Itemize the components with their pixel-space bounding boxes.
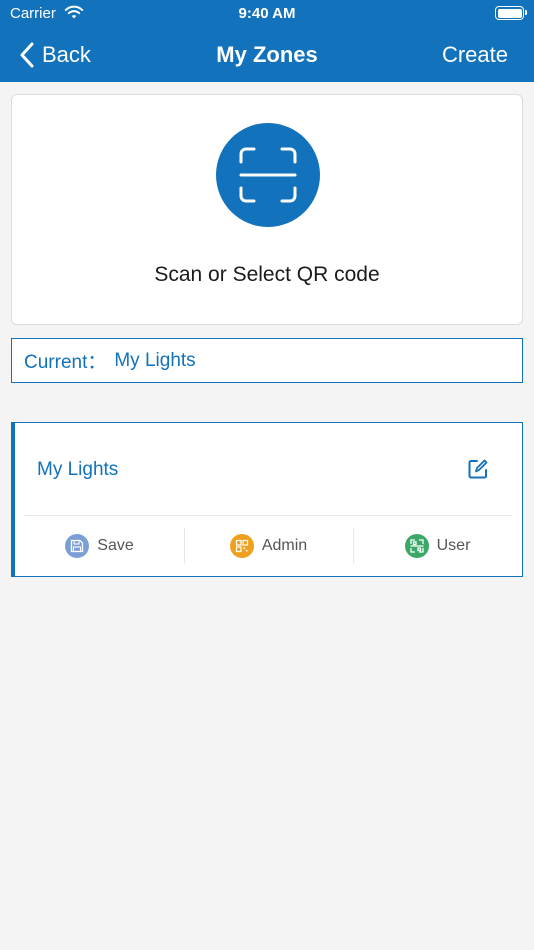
current-zone-field: Current： My Lights (11, 338, 523, 383)
admin-button[interactable]: Admin (184, 528, 353, 564)
zone-card[interactable]: My Lights Save Admin User (11, 422, 523, 577)
create-button[interactable]: Create (442, 42, 508, 68)
status-bar: Carrier 9:40 AM (0, 0, 534, 28)
navigation-bar: Back My Zones Create (0, 28, 534, 82)
save-label: Save (97, 537, 134, 554)
divider (25, 515, 512, 516)
current-label: Current： (24, 352, 107, 373)
admin-label: Admin (261, 537, 308, 554)
edit-zone-button[interactable] (468, 459, 488, 484)
qr-scan-icon (239, 147, 297, 203)
current-value: My Lights (114, 349, 196, 371)
scan-label: Scan or Select QR code (154, 263, 380, 286)
save-icon (65, 534, 90, 558)
zone-name: My Lights (37, 459, 119, 480)
top-bar: Carrier 9:40 AM Back My Zones Create (0, 0, 534, 82)
scan-qr-button[interactable] (216, 123, 320, 227)
battery-icon (495, 6, 527, 20)
qr-code-icon (229, 534, 254, 558)
user-label: User (436, 537, 471, 554)
save-button[interactable]: Save (15, 528, 184, 564)
scan-card: Scan or Select QR code (11, 94, 523, 325)
user-button[interactable]: User (353, 528, 522, 564)
edit-icon (468, 459, 488, 479)
zone-actions: Save Admin User (15, 528, 522, 564)
qr-scan-icon (404, 534, 429, 558)
clock: 9:40 AM (238, 5, 296, 22)
